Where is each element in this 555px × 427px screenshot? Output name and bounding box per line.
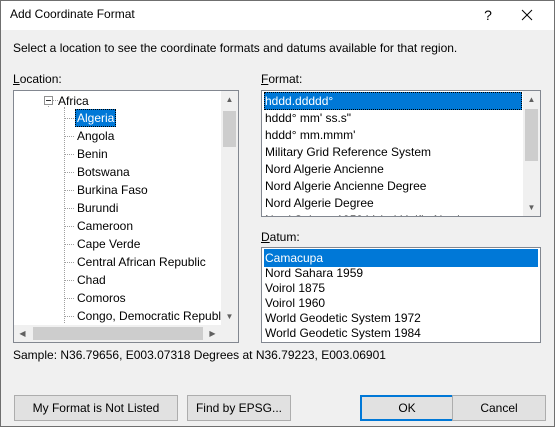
- add-coordinate-format-dialog: Add Coordinate Format ? Select a locatio…: [0, 0, 555, 427]
- location-tree[interactable]: Africa Algeria Angola Benin Botswana Burkina…: [13, 90, 239, 343]
- location-list-item[interactable]: Benin: [77, 145, 108, 163]
- datum-list-item[interactable]: World Geodetic System 1984: [265, 324, 421, 342]
- location-list-item[interactable]: Burundi: [77, 199, 118, 217]
- scroll-up-arrow[interactable]: ▲: [523, 91, 540, 108]
- cancel-button[interactable]: Cancel: [452, 395, 546, 421]
- location-label: Location:: [13, 72, 62, 86]
- format-list[interactable]: hddd.ddddd° hddd° mm' ss.s" hddd° mm.mmm' M…: [261, 90, 541, 217]
- format-list-item[interactable]: Nord Algerie Ancienne Degree: [265, 177, 426, 195]
- location-list-item[interactable]: Comoros: [77, 289, 126, 307]
- title-bar: Add Coordinate Format ?: [1, 1, 554, 30]
- format-list-item[interactable]: Nord Algerie Degree: [265, 194, 374, 212]
- location-list-item[interactable]: Botswana: [77, 163, 130, 181]
- location-list-item[interactable]: Central African Republic: [77, 253, 206, 271]
- location-list-item[interactable]: Burkina Faso: [77, 181, 148, 199]
- scroll-left-arrow[interactable]: ◀: [14, 325, 31, 342]
- scroll-down-arrow[interactable]: ▼: [523, 199, 540, 216]
- location-vertical-scrollbar[interactable]: ▲ ▼: [221, 91, 238, 325]
- format-list-item[interactable]: Nord Sahara 1959 Voirol Unifie Nord: [265, 211, 460, 216]
- format-list-item[interactable]: Military Grid Reference System: [265, 143, 431, 161]
- window-title: Add Coordinate Format: [10, 7, 135, 21]
- scroll-right-arrow[interactable]: ▶: [204, 325, 221, 342]
- format-list-item[interactable]: Nord Algerie Ancienne: [265, 160, 384, 178]
- datum-list[interactable]: Camacupa Nord Sahara 1959 Voirol 1875 Voiro…: [261, 247, 541, 343]
- tree-connector: [65, 298, 74, 299]
- tree-node-africa[interactable]: Africa: [58, 92, 89, 110]
- scroll-corner: [221, 325, 238, 342]
- location-list-item[interactable]: Cape Verde: [77, 235, 140, 253]
- format-vertical-scrollbar[interactable]: ▲ ▼: [523, 91, 540, 216]
- location-list-item[interactable]: Congo, Democratic Republi: [77, 307, 224, 325]
- tree-connector: [65, 244, 74, 245]
- tree-connector: [65, 208, 74, 209]
- scroll-thumb[interactable]: [223, 111, 236, 147]
- format-label: Format:: [261, 72, 303, 86]
- scroll-up-arrow[interactable]: ▲: [221, 91, 238, 108]
- format-list-item[interactable]: hddd° mm' ss.s": [265, 109, 351, 127]
- format-list-item[interactable]: hddd° mm.mmm': [265, 126, 355, 144]
- tree-connector: [65, 118, 74, 119]
- close-button[interactable]: [515, 5, 539, 25]
- tree-connector: [65, 154, 74, 155]
- location-list-item[interactable]: Angola: [77, 127, 114, 145]
- help-button[interactable]: ?: [476, 5, 500, 25]
- location-list-item[interactable]: Cameroon: [77, 217, 133, 235]
- sample-text: Sample: N36.79656, E003.07318 Degrees at…: [13, 348, 386, 362]
- tree-connector: [65, 172, 74, 173]
- my-format-not-listed-button[interactable]: My Format is Not Listed: [14, 395, 178, 421]
- tree-connector: [64, 107, 65, 323]
- collapse-africa-toggle[interactable]: [44, 96, 53, 105]
- format-list-item[interactable]: hddd.ddddd°: [264, 92, 522, 110]
- scroll-down-arrow[interactable]: ▼: [221, 308, 238, 325]
- location-list-item[interactable]: Algeria: [75, 109, 117, 127]
- tree-connector: [65, 280, 74, 281]
- scroll-thumb[interactable]: [33, 327, 203, 340]
- instructions-text: Select a location to see the coordinate …: [13, 41, 458, 55]
- tree-connector: [65, 316, 74, 317]
- find-by-epsg-button[interactable]: Find by EPSG...: [187, 395, 291, 421]
- location-horizontal-scrollbar[interactable]: ◀ ▶: [14, 325, 221, 342]
- tree-connector: [65, 190, 74, 191]
- ok-button[interactable]: OK: [360, 395, 454, 421]
- datum-label: Datum:: [261, 230, 300, 244]
- close-icon: [521, 9, 533, 21]
- tree-connector: [65, 226, 74, 227]
- tree-connector: [65, 262, 74, 263]
- scroll-thumb[interactable]: [525, 109, 538, 161]
- tree-connector: [65, 136, 74, 137]
- location-list-item[interactable]: Chad: [77, 271, 106, 289]
